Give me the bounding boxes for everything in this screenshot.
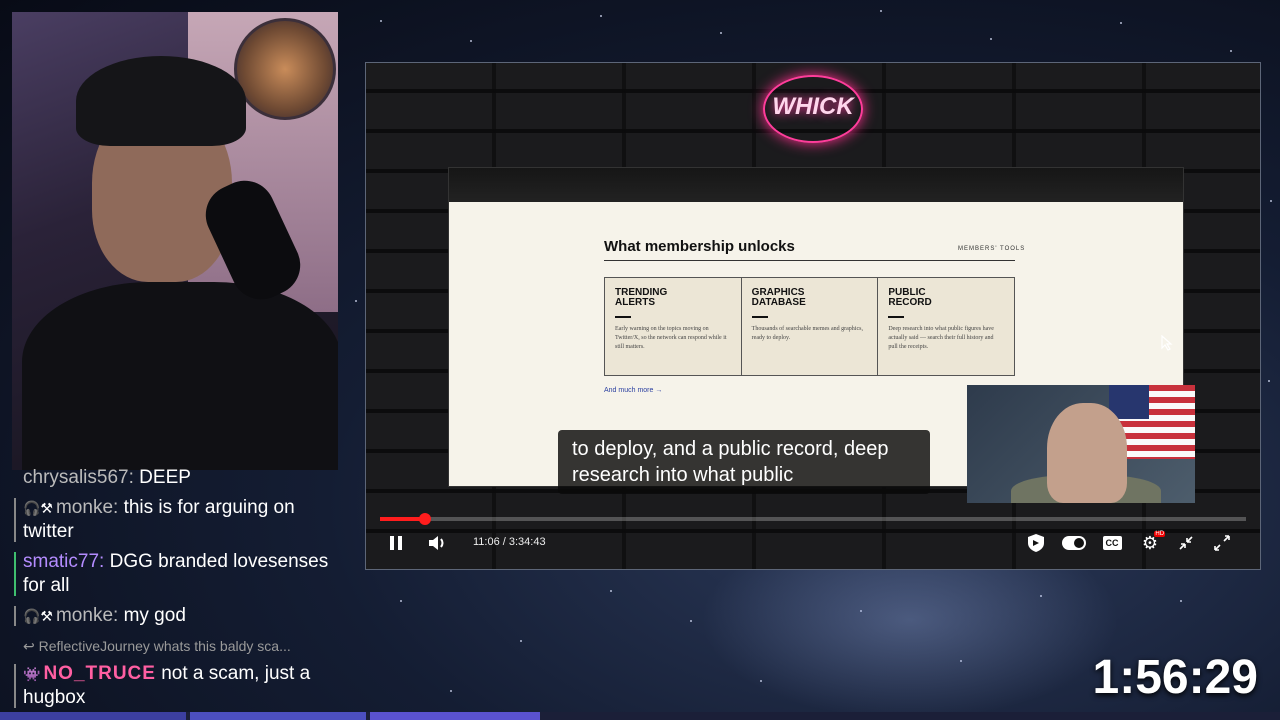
feature-card: GRAPHICS DATABASE Thousands of searchabl… bbox=[741, 278, 879, 375]
chat-text: my god bbox=[123, 605, 186, 626]
feature-card: TRENDING ALERTS Early warning on the top… bbox=[605, 278, 742, 375]
wall-poster bbox=[234, 18, 336, 120]
chat-reply-preview[interactable]: ↩ ReflectiveJourney whats this baldy sca… bbox=[23, 634, 344, 658]
chat-username[interactable]: NO_TRUCE bbox=[43, 663, 156, 684]
volume-icon[interactable] bbox=[426, 529, 448, 557]
settings-gear-icon[interactable]: ⚙ HD bbox=[1140, 529, 1166, 557]
card-body: Thousands of searchable memes and graphi… bbox=[751, 326, 863, 341]
chat-text: DEEP bbox=[139, 467, 191, 488]
fullscreen-icon[interactable] bbox=[1212, 529, 1232, 557]
badge-icon: 👾 bbox=[23, 666, 41, 682]
chat-message: chrysalis567: DEEP bbox=[23, 467, 191, 488]
player-controls: 11:06 / 3:34:43 CC ⚙ HD bbox=[366, 529, 1260, 561]
progress-scrubber[interactable] bbox=[418, 513, 431, 525]
badge-icon: 🎧⚒ bbox=[23, 500, 53, 516]
captions-button[interactable]: CC bbox=[1102, 529, 1122, 557]
chat-panel: chrysalis567: DEEP 🎧⚒ monke: this is for … bbox=[14, 466, 344, 716]
minimize-icon[interactable] bbox=[1176, 529, 1196, 557]
card-title: PUBLIC RECORD bbox=[888, 287, 932, 308]
chat-message: 👾 NO_TRUCE not a scam, just a hugbox bbox=[14, 662, 344, 710]
chat-message: 🎧⚒ monke: this is for arguing on twitter bbox=[14, 496, 344, 544]
card-body: Deep research into what public figures h… bbox=[888, 326, 994, 350]
chat-username[interactable]: smatic77 bbox=[23, 551, 99, 572]
chat-username[interactable]: monke bbox=[56, 605, 113, 626]
shield-icon[interactable] bbox=[1026, 529, 1046, 557]
chat-message: 🎧⚒ monke: my god bbox=[14, 604, 344, 628]
section-tag: MEMBERS' TOOLS bbox=[958, 246, 1026, 252]
whick-neon-logo: WHICK bbox=[763, 75, 863, 143]
bottom-panel-tabs bbox=[0, 712, 1280, 720]
mouse-cursor-icon bbox=[1161, 334, 1173, 354]
card-title: TRENDING ALERTS bbox=[615, 287, 668, 308]
feature-cards: TRENDING ALERTS Early warning on the top… bbox=[604, 277, 1015, 376]
divider bbox=[604, 260, 1015, 261]
guest-webcam bbox=[967, 385, 1195, 503]
pause-icon[interactable] bbox=[386, 529, 406, 557]
stream-timer: 1:56:29 bbox=[1092, 651, 1258, 704]
time-display: 11:06 / 3:34:43 bbox=[473, 536, 546, 548]
progress-fill bbox=[380, 517, 425, 521]
autoplay-toggle[interactable] bbox=[1062, 529, 1086, 557]
chat-username[interactable]: monke bbox=[56, 497, 113, 518]
badge-icon: 🎧⚒ bbox=[23, 608, 53, 624]
progress-bar[interactable] bbox=[380, 513, 1246, 525]
more-link[interactable]: And much more → bbox=[604, 387, 662, 394]
subtitle-caption: to deploy, and a public record, deep res… bbox=[558, 430, 930, 494]
page-title: What membership unlocks bbox=[604, 238, 795, 255]
card-body: Early warning on the topics moving on Tw… bbox=[615, 326, 727, 350]
video-player[interactable]: WHICK What membership unlocks MEMBERS' T… bbox=[365, 62, 1261, 570]
feature-card: PUBLIC RECORD Deep research into what pu… bbox=[878, 278, 1015, 375]
browser-topbar bbox=[449, 168, 1183, 202]
streamer-webcam bbox=[12, 12, 338, 470]
chat-message: smatic77: DGG branded lovesenses for all bbox=[14, 550, 344, 598]
card-title: GRAPHICS DATABASE bbox=[751, 287, 806, 308]
chat-username[interactable]: chrysalis567 bbox=[23, 467, 129, 488]
